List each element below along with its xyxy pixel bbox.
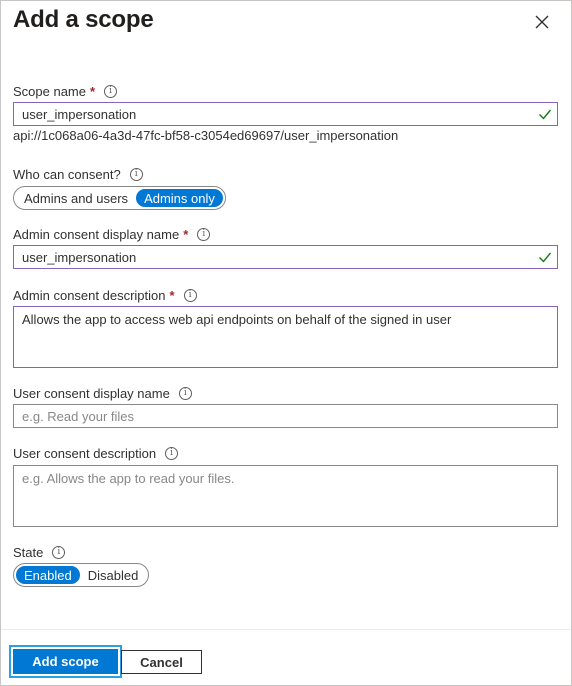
close-button[interactable] xyxy=(530,10,554,34)
user-display-name-label: User consent display name xyxy=(13,385,170,401)
scope-name-label: Scope name xyxy=(13,83,86,99)
scope-name-input[interactable]: user_impersonation xyxy=(13,102,558,126)
close-icon xyxy=(535,15,549,29)
info-icon[interactable]: i xyxy=(197,227,211,241)
info-icon[interactable]: i xyxy=(165,446,179,460)
user-description-textarea[interactable]: e.g. Allows the app to read your files. xyxy=(13,465,558,527)
admin-display-name-label-row: Admin consent display name * i xyxy=(13,225,211,243)
who-can-consent-toggle: Admins and users Admins only xyxy=(13,186,226,210)
required-asterisk: * xyxy=(169,287,175,303)
add-scope-panel: Add a scope Scope name * i user_imperson… xyxy=(0,0,572,686)
info-icon[interactable]: i xyxy=(183,288,197,302)
user-description-placeholder: e.g. Allows the app to read your files. xyxy=(22,471,235,486)
user-display-name-placeholder: e.g. Read your files xyxy=(22,408,135,424)
state-label-row: State i xyxy=(13,543,66,561)
option-enabled[interactable]: Enabled xyxy=(16,566,80,584)
info-icon[interactable]: i xyxy=(129,167,143,181)
option-admins-and-users[interactable]: Admins and users xyxy=(16,189,136,207)
who-can-consent-label-row: Who can consent? i xyxy=(13,165,143,183)
admin-description-label: Admin consent description xyxy=(13,287,166,303)
user-description-label: User consent description xyxy=(13,445,157,461)
option-disabled[interactable]: Disabled xyxy=(80,566,147,584)
option-admins-only[interactable]: Admins only xyxy=(136,189,223,207)
admin-description-label-row: Admin consent description * i xyxy=(13,286,197,304)
add-scope-focus-ring: Add scope xyxy=(9,645,122,678)
info-icon[interactable]: i xyxy=(52,545,66,559)
state-label: State xyxy=(13,544,44,560)
scope-name-label-row: Scope name * i xyxy=(13,82,118,100)
scope-name-value: user_impersonation xyxy=(22,106,137,122)
user-display-name-input[interactable]: e.g. Read your files xyxy=(13,404,558,428)
admin-display-name-input[interactable]: user_impersonation xyxy=(13,245,558,269)
state-toggle: Enabled Disabled xyxy=(13,563,149,587)
admin-display-name-label: Admin consent display name xyxy=(13,226,180,242)
user-display-name-label-row: User consent display name i xyxy=(13,384,192,402)
panel-title: Add a scope xyxy=(13,6,154,33)
info-icon[interactable]: i xyxy=(104,84,118,98)
check-icon xyxy=(539,252,552,263)
add-scope-button[interactable]: Add scope xyxy=(13,649,118,674)
info-icon[interactable]: i xyxy=(178,386,192,400)
scope-uri-text: api://1c068a06-4a3d-47fc-bf58-c3054ed696… xyxy=(13,128,399,143)
admin-description-value: Allows the app to access web api endpoin… xyxy=(22,312,452,327)
required-asterisk: * xyxy=(90,83,96,99)
required-asterisk: * xyxy=(183,226,189,242)
who-can-consent-label: Who can consent? xyxy=(13,166,121,182)
cancel-button[interactable]: Cancel xyxy=(121,650,202,674)
footer-divider xyxy=(1,629,571,630)
admin-description-textarea[interactable]: Allows the app to access web api endpoin… xyxy=(13,306,558,368)
admin-display-name-value: user_impersonation xyxy=(22,249,137,265)
user-description-label-row: User consent description i xyxy=(13,444,179,462)
check-icon xyxy=(539,109,552,120)
